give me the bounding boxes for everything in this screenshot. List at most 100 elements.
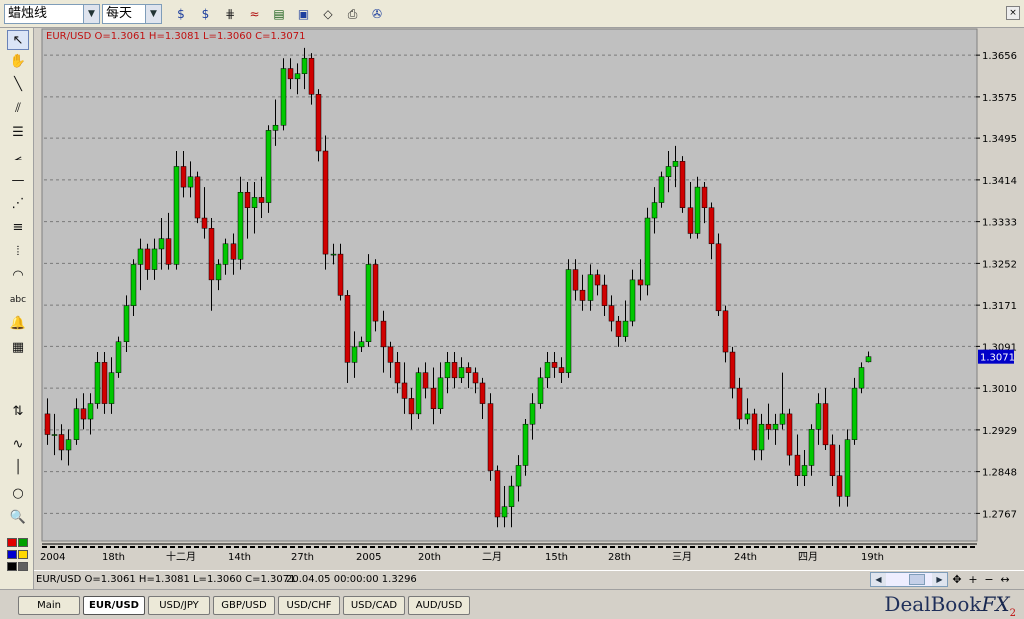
color-swatch[interactable]: [18, 550, 28, 559]
bar-options-icon[interactable]: ⋕: [219, 4, 241, 24]
candle-up: [173, 166, 180, 265]
eraser-icon[interactable]: ◇: [317, 4, 339, 24]
color-swatch[interactable]: [18, 562, 28, 571]
tab-main[interactable]: Main: [18, 596, 80, 615]
chart-type-select[interactable]: 蜡烛线 ▼: [4, 4, 100, 24]
chart-scrollbar[interactable]: ◀ ▶: [870, 572, 948, 587]
cursor-arrow-icon[interactable]: ↖: [7, 30, 29, 50]
candle-up: [529, 403, 536, 425]
tab-usd-jpy[interactable]: USD/JPY: [148, 596, 210, 615]
circle-icon[interactable]: ○: [7, 484, 29, 504]
candle-down: [551, 362, 558, 368]
wave-icon[interactable]: ∿: [7, 435, 29, 455]
alert-bell-icon[interactable]: 🔔: [7, 314, 29, 334]
color-swatch[interactable]: [18, 538, 28, 547]
print-icon[interactable]: ⎙: [342, 4, 364, 24]
candle-down: [829, 444, 836, 477]
candle-down: [729, 351, 736, 389]
settings-icon[interactable]: ✇: [366, 4, 388, 24]
tab-usd-cad[interactable]: USD/CAD: [343, 596, 405, 615]
candle-down: [836, 475, 843, 497]
x-tick-label: 19th: [861, 552, 884, 563]
scroll-thumb[interactable]: [909, 574, 925, 585]
fit-icon[interactable]: ↔: [998, 573, 1012, 587]
candle-down: [465, 367, 472, 373]
status-bar: EUR/USD O=1.3061 H=1.3081 L=1.3060 C=1.3…: [34, 570, 1024, 588]
horizontal-line-icon[interactable]: —: [7, 171, 29, 191]
indicator-dollar-icon[interactable]: $: [170, 4, 192, 24]
window-icon[interactable]: ▣: [293, 4, 315, 24]
zoom-in-icon[interactable]: +: [966, 573, 980, 587]
fib-time-zones-icon[interactable]: ⦙: [7, 242, 29, 262]
vertical-line-icon[interactable]: │: [7, 458, 29, 478]
symbol-tabs: Main EUR/USD USD/JPY GBP/USD USD/CHF USD/CAD A…: [0, 589, 1024, 619]
candle-up: [844, 439, 851, 497]
x-tick-label: 二月: [482, 551, 502, 563]
timeframe-select[interactable]: 每天 ▼: [102, 4, 162, 24]
zoom-icon[interactable]: 🔍: [7, 508, 29, 528]
close-window-button[interactable]: ×: [1006, 6, 1020, 20]
candle-down: [387, 346, 394, 363]
app-window: 蜡烛线 ▼ 每天 ▼ $ $ ⋕ ≈ ▤ ▣ ◇ ⎙ ✇ × ↖ ✋ ╲ ⫽ ☰ ⦟ — ⋰ ≡ ⦙ ◠ abc 🔔 ▦ ⇅…: [0, 0, 1024, 619]
chevron-down-icon[interactable]: ▼: [83, 5, 99, 23]
move-icon[interactable]: ✥: [950, 573, 964, 587]
tab-usd-chf[interactable]: USD/CHF: [278, 596, 340, 615]
gann-fan-icon[interactable]: ⋰: [7, 194, 29, 214]
candle-up: [123, 305, 130, 342]
tab-gbp-usd[interactable]: GBP/USD: [213, 596, 275, 615]
candle-up: [280, 68, 287, 126]
candle-down: [572, 269, 579, 291]
up-down-arrow-icon[interactable]: ⇅: [7, 402, 29, 422]
trend-line-icon[interactable]: ╲: [7, 75, 29, 95]
color-swatch[interactable]: [7, 562, 17, 571]
candle-up: [94, 362, 101, 404]
candle-up: [87, 403, 94, 420]
candle-down: [430, 387, 437, 409]
candle-up: [65, 439, 72, 451]
text-label-icon[interactable]: abc: [7, 290, 29, 310]
chart-wave-icon[interactable]: ≈: [244, 4, 266, 24]
x-tick-label: 24th: [734, 552, 757, 563]
retracement-icon[interactable]: ☰: [7, 123, 29, 143]
candle-up: [272, 124, 279, 131]
hand-icon[interactable]: ✋: [7, 52, 29, 72]
candle-down: [715, 243, 722, 312]
candle-up: [108, 372, 115, 404]
candle-up: [351, 346, 358, 363]
candle-down: [80, 408, 87, 420]
timeframe-value: 每天: [106, 6, 133, 21]
chevron-down-icon[interactable]: ▼: [145, 5, 161, 23]
price-chart[interactable]: 1.3656 1.3575 1.3495 1.3414 1.3333 1.3252 1.31…: [36, 28, 1022, 570]
candle-up: [522, 423, 529, 466]
zoom-out-icon[interactable]: −: [982, 573, 996, 587]
drawing-tools-panel: ↖ ✋ ╲ ⫽ ☰ ⦟ — ⋰ ≡ ⦙ ◠ abc 🔔 ▦ ⇅ ∿ │ ○ 🔍: [0, 28, 34, 589]
candle-down: [708, 207, 715, 245]
x-tick-label: 2004: [40, 552, 65, 563]
panel-icon[interactable]: ▤: [268, 4, 290, 24]
fan-icon[interactable]: ⦟: [7, 147, 29, 167]
candle-up: [237, 191, 244, 260]
tab-aud-usd[interactable]: AUD/USD: [408, 596, 470, 615]
scroll-left-icon[interactable]: ◀: [871, 573, 886, 586]
indicator-ratio-icon[interactable]: $: [195, 4, 217, 24]
candle-down: [786, 413, 793, 456]
color-swatch[interactable]: [7, 550, 17, 559]
arc-icon[interactable]: ◠: [7, 266, 29, 286]
color-swatch[interactable]: [7, 538, 17, 547]
candle-down: [372, 264, 379, 322]
candle-down: [701, 186, 708, 208]
chart-ohlc-header: EUR/USD O=1.3061 H=1.3081 L=1.3060 C=1.3…: [46, 31, 306, 42]
scroll-right-icon[interactable]: ▶: [932, 573, 947, 586]
tab-eur-usd[interactable]: EUR/USD: [83, 596, 145, 615]
candle-up: [330, 253, 337, 256]
candle-up: [665, 166, 672, 178]
candle-up: [537, 377, 544, 404]
calculator-icon[interactable]: ▦: [7, 338, 29, 358]
candle-down: [408, 398, 415, 415]
color-lines-icon[interactable]: ≡: [7, 218, 29, 238]
candle-up: [658, 176, 665, 203]
candle-up: [587, 274, 594, 301]
candle-down: [208, 228, 215, 281]
parallel-lines-icon[interactable]: ⫽: [7, 99, 29, 119]
candle-up: [222, 243, 229, 265]
